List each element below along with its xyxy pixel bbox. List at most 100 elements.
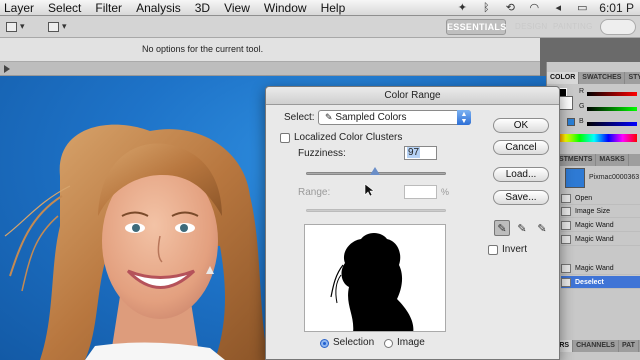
color-sample-swatch[interactable] [567,118,575,126]
tab-arrow-icon[interactable] [2,62,12,76]
ok-button[interactable]: OK [493,118,549,133]
fuzziness-input[interactable]: 97 [404,146,437,160]
history-state-icon [561,206,571,216]
tab-styles[interactable]: STY [625,72,640,84]
selection-radio-label: Selection [333,337,375,348]
magic-wand-icon [561,220,571,230]
history-state-label: Image Size [575,207,611,215]
bluetooth-icon[interactable]: ᛒ [479,2,493,14]
menu-filter[interactable]: Filter [88,1,129,15]
dropbox-icon[interactable]: ✦ [455,2,469,14]
invert-checkbox[interactable]: Invert [488,244,527,255]
eyedropper-icon: ✎ [325,112,333,122]
tab-masks[interactable]: MASKS [596,154,629,166]
snapshot-thumbnail[interactable] [565,168,585,188]
tab-swatches[interactable]: SWATCHES [579,72,626,84]
channel-b-label: B [579,118,584,125]
battery-icon[interactable]: ▭ [575,2,589,14]
menu-help[interactable]: Help [314,1,353,15]
fuzziness-label: Fuzziness: [298,148,346,159]
selection-mask-silhouette [330,233,414,331]
volume-icon[interactable]: ◂ [551,2,565,14]
history-state[interactable]: Open [561,192,640,205]
radio-dot[interactable] [320,339,329,348]
history-state[interactable]: Magic Wand [561,233,640,246]
channel-g-slider[interactable] [587,107,637,111]
search-field[interactable] [600,19,636,35]
updown-arrow-icon: ▲ ▼ [457,110,471,125]
channel-r-slider[interactable] [587,92,637,96]
radio-dot[interactable] [384,339,393,348]
options-message: No options for the current tool. [142,44,264,54]
checkbox-box[interactable] [488,244,498,255]
layers-panel-tabs: YERS CHANNELS PAT [547,340,640,352]
checkbox-box[interactable] [280,132,290,143]
history-state-selected[interactable]: Deselect [561,276,640,289]
color-range-dialog: Color Range Select: ✎ Sampled Colors ▲ ▼ … [265,86,560,360]
arrange-icon [48,21,59,32]
history-state[interactable]: Magic Wand [561,219,640,232]
range-label: Range: [298,187,331,198]
tab-channels[interactable]: CHANNELS [573,340,619,352]
adjustments-panel-tabs: JUSTMENTS MASKS [547,154,640,166]
document-tab-strip [0,62,540,76]
menu-select[interactable]: Select [41,1,88,15]
right-panel-dock: COLOR SWATCHES STY R G B JUSTMENTS MASKS… [546,62,640,360]
history-state[interactable]: Magic Wand [561,262,640,275]
selection-radio[interactable]: Selection [320,337,374,348]
launch-bridge-button[interactable]: ▾ [6,19,34,35]
color-spectrum-bar[interactable] [551,134,637,142]
fuzziness-slider-thumb[interactable] [369,167,380,175]
load-button[interactable]: Load... [493,167,549,182]
time-machine-icon[interactable]: ⟲ [503,2,517,14]
menu-layer[interactable]: Layer [0,1,41,15]
eyedropper-minus-icon[interactable]: ✎ [534,220,550,236]
background-color-swatch[interactable] [559,96,573,110]
chevron-down-icon: ▾ [20,21,25,31]
tab-color[interactable]: COLOR [547,72,580,84]
menu-view[interactable]: View [217,1,257,15]
workspace-painting-button[interactable]: PAINTING [553,19,593,35]
color-panel-tabs: COLOR SWATCHES STY [547,72,640,84]
wifi-icon[interactable]: ◠ [527,2,541,14]
eyedropper-icon[interactable]: ✎ [494,220,510,236]
range-input [404,185,437,199]
cancel-button[interactable]: Cancel [493,140,549,155]
grid-icon [6,21,17,32]
arrange-documents-button[interactable]: ▾ [48,19,76,35]
deselect-icon [561,277,571,287]
select-value: Sampled Colors [335,112,407,123]
eyedropper-plus-icon[interactable]: ✎ [514,220,530,236]
history-state-label: Magic Wand [575,264,614,272]
image-radio-label: Image [397,337,425,348]
menu-window[interactable]: Window [257,1,314,15]
invert-label: Invert [502,244,528,255]
dialog-title: Color Range [266,87,559,105]
channel-r-label: R [579,88,585,95]
history-state[interactable]: Image Size [561,205,640,218]
menu-analysis[interactable]: Analysis [129,1,188,15]
history-state-label: Magic Wand [575,221,614,229]
localized-clusters-checkbox[interactable]: Localized Color Clusters [280,132,402,143]
mouse-cursor-icon [364,183,374,197]
channel-g-label: G [579,103,585,110]
magic-wand-icon [561,234,571,244]
image-radio[interactable]: Image [384,337,425,348]
menubar-clock[interactable]: 6:01 P [599,1,634,15]
channel-b-slider[interactable] [587,122,637,126]
fuzziness-slider[interactable] [306,167,446,175]
history-state-icon [561,193,571,203]
tab-paths[interactable]: PAT [619,340,639,352]
selection-preview [304,224,446,332]
workspace-essentials-button[interactable]: ESSENTIALS [446,19,506,35]
options-bar: No options for the current tool. [0,38,540,62]
workspace-design-button[interactable]: DESIGN [515,19,547,35]
fuzziness-value: 97 [407,147,421,158]
save-button[interactable]: Save... [493,190,549,205]
history-state-label: Magic Wand [575,235,614,243]
menu-3d[interactable]: 3D [188,1,217,15]
select-dropdown[interactable]: ✎ Sampled Colors ▲ ▼ [318,110,471,125]
chevron-down-icon: ▾ [62,21,67,31]
history-state-label: Deselect [575,278,604,286]
magic-wand-icon [561,263,571,273]
